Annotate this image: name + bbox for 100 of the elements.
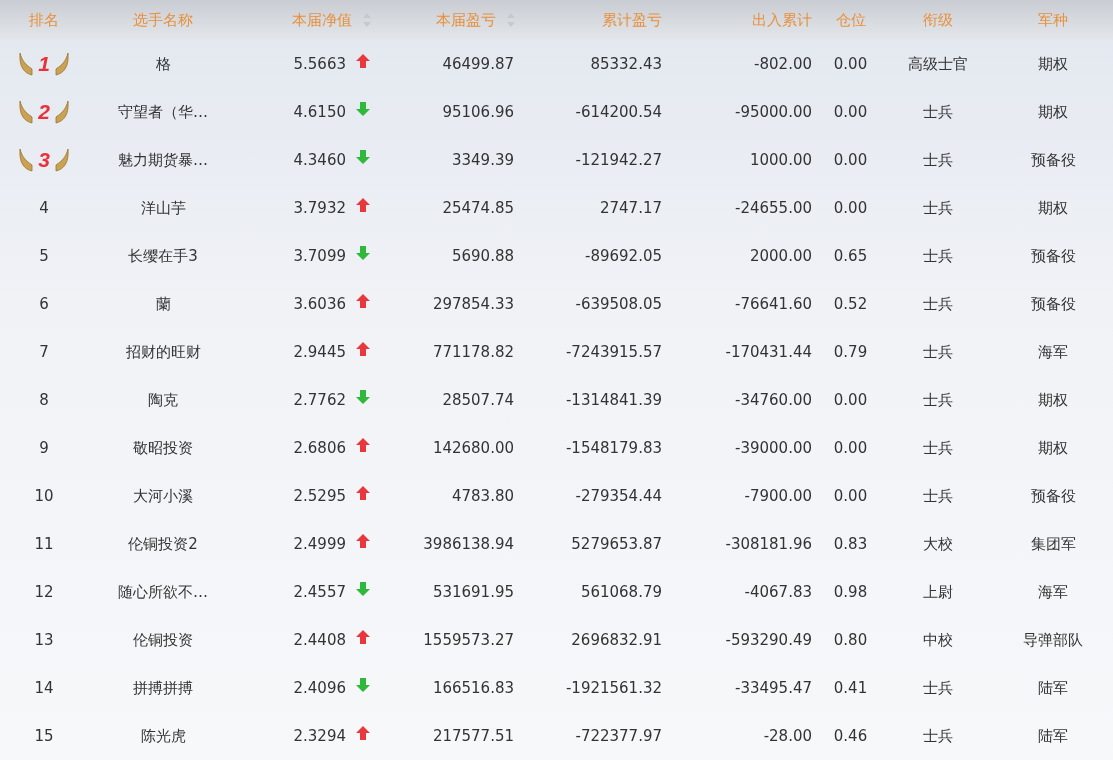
- column-header: 累计盈亏: [602, 10, 662, 30]
- rank-title: 上尉: [923, 582, 953, 602]
- cumulative-flow: 1000.00: [749, 151, 812, 169]
- player-name: 魅力期货暴…: [118, 150, 208, 170]
- net-value: 4.6150: [293, 103, 346, 121]
- cumulative-profit: 561068.79: [580, 583, 662, 601]
- service-branch: 海军: [1038, 582, 1068, 602]
- service-branch: 期权: [1038, 198, 1068, 218]
- rank-number: 10: [34, 487, 54, 505]
- rank-number: 2: [37, 100, 51, 124]
- rank-number: 15: [34, 727, 54, 745]
- net-value: 2.5295: [293, 487, 346, 505]
- net-value: 2.6806: [293, 439, 346, 457]
- cumulative-flow: -28.00: [763, 727, 812, 745]
- rank-title: 士兵: [923, 150, 953, 170]
- player-name: 陈光虎: [140, 726, 186, 746]
- column-header: 本届净值: [292, 10, 352, 30]
- cumulative-profit: -639508.05: [575, 295, 662, 313]
- column-header: 衔级: [923, 10, 953, 30]
- net-value: 3.7099: [293, 247, 346, 265]
- position-value: 0.00: [833, 439, 868, 457]
- cumulative-profit: -89692.05: [585, 247, 662, 265]
- player-name: 拼搏拼搏: [133, 678, 193, 698]
- rank-number: 4: [39, 199, 49, 217]
- position-value: 0.00: [833, 487, 868, 505]
- profit-value: 46499.87: [442, 55, 514, 73]
- profit-value: 4783.80: [451, 487, 514, 505]
- player-name: 伦铜投资2: [128, 534, 198, 554]
- cumulative-profit: -1548179.83: [565, 439, 662, 457]
- profit-value: 3349.39: [451, 151, 514, 169]
- profit-value: 1559573.27: [423, 631, 514, 649]
- service-branch: 期权: [1038, 102, 1068, 122]
- cumulative-flow: -4067.83: [744, 583, 812, 601]
- wing-icon: [18, 99, 34, 125]
- rank-title: 士兵: [923, 726, 953, 746]
- cumulative-profit: 2696832.91: [571, 631, 662, 649]
- player-name: 蘭: [155, 294, 171, 314]
- column-header: 本届盈亏: [436, 10, 496, 30]
- cumulative-flow: -33495.47: [735, 679, 812, 697]
- player-name: 长缨在手3: [128, 246, 198, 266]
- service-branch: 期权: [1038, 390, 1068, 410]
- cumulative-profit: -1921561.32: [565, 679, 662, 697]
- service-branch: 预备役: [1030, 294, 1076, 314]
- rank-number: 11: [34, 535, 54, 553]
- service-branch: 集团军: [1030, 534, 1076, 554]
- cumulative-flow: -95000.00: [735, 103, 812, 121]
- position-value: 0.98: [833, 583, 868, 601]
- profit-value: 531691.95: [432, 583, 514, 601]
- service-branch: 预备役: [1030, 150, 1076, 170]
- rank-title: 高级士官: [908, 54, 968, 74]
- service-branch: 导弹部队: [1023, 630, 1083, 650]
- cumulative-flow: 2000.00: [749, 247, 812, 265]
- position-value: 0.00: [833, 103, 868, 121]
- cumulative-flow: -7900.00: [744, 487, 812, 505]
- cumulative-flow: -34760.00: [735, 391, 812, 409]
- cumulative-flow: -308181.96: [725, 535, 812, 553]
- cumulative-flow: -802.00: [754, 55, 812, 73]
- cumulative-profit: -279354.44: [575, 487, 662, 505]
- net-value: 2.4557: [293, 583, 346, 601]
- position-value: 0.00: [833, 391, 868, 409]
- net-value: 2.7762: [293, 391, 346, 409]
- rank-number: 7: [39, 343, 49, 361]
- cumulative-profit: 5279653.87: [571, 535, 662, 553]
- net-value: 2.4096: [293, 679, 346, 697]
- rank-title: 士兵: [923, 342, 953, 362]
- cumulative-profit: -121942.27: [575, 151, 662, 169]
- rank-title: 士兵: [923, 438, 953, 458]
- rank-title: 大校: [923, 534, 953, 554]
- position-value: 0.46: [833, 727, 868, 745]
- rank-number: 8: [39, 391, 49, 409]
- net-value: 2.4999: [293, 535, 346, 553]
- rank-number: 13: [34, 631, 54, 649]
- net-value: 2.9445: [293, 343, 346, 361]
- player-name: 守望者（华…: [118, 102, 208, 122]
- profit-value: 217577.51: [432, 727, 514, 745]
- position-value: 0.80: [833, 631, 868, 649]
- rank-title: 士兵: [923, 390, 953, 410]
- rank-number: 1: [37, 52, 51, 76]
- position-value: 0.00: [833, 151, 868, 169]
- profit-value: 28507.74: [442, 391, 514, 409]
- rank-title: 士兵: [923, 198, 953, 218]
- player-name: 随心所欲不…: [118, 582, 208, 602]
- cumulative-profit: -7243915.57: [565, 343, 662, 361]
- player-name: 大河小溪: [133, 486, 193, 506]
- player-name: 伦铜投资: [133, 630, 193, 650]
- column-header: 选手名称: [133, 10, 193, 30]
- profit-value: 297854.33: [432, 295, 514, 313]
- cumulative-flow: -24655.00: [735, 199, 812, 217]
- player-name: 敬昭投资: [133, 438, 193, 458]
- profit-value: 5690.88: [451, 247, 514, 265]
- profit-value: 771178.82: [432, 343, 514, 361]
- rank-title: 士兵: [923, 294, 953, 314]
- service-branch: 预备役: [1030, 246, 1076, 266]
- rank-number: 14: [34, 679, 54, 697]
- rank-title: 士兵: [923, 246, 953, 266]
- column-header: 出入累计: [752, 10, 812, 30]
- position-value: 0.52: [833, 295, 868, 313]
- rank-title: 士兵: [923, 678, 953, 698]
- profit-value: 166516.83: [432, 679, 514, 697]
- wing-icon: [18, 51, 34, 77]
